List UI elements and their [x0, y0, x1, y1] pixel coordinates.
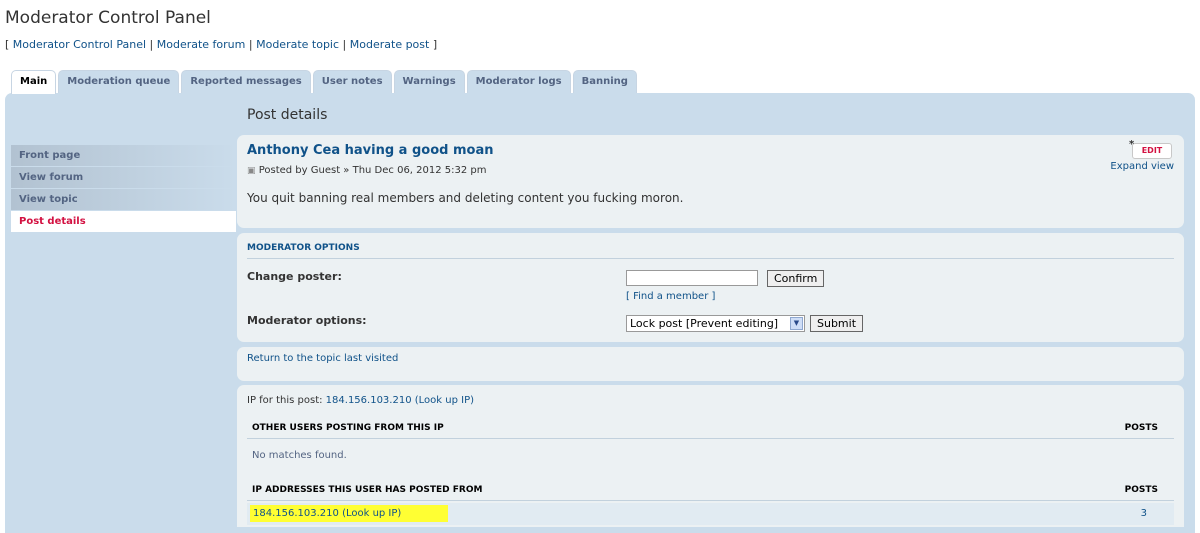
posts-header: POSTS — [1124, 423, 1158, 433]
post-meta: ▣ Posted by Guest » Thu Dec 06, 2012 5:3… — [247, 165, 487, 176]
sidebar-item-post-details[interactable]: Post details — [11, 211, 236, 232]
tab-banning[interactable]: Banning — [572, 70, 637, 93]
moderator-options-panel: MODERATOR OPTIONS Change poster: Confirm… — [237, 233, 1184, 342]
tab-moderator-logs[interactable]: Moderator logs — [466, 70, 571, 93]
sidebar-item-front-page[interactable]: Front page — [11, 145, 236, 166]
breadcrumb-sep: | — [342, 38, 347, 51]
post-title[interactable]: Anthony Cea having a good moan — [247, 143, 493, 158]
sidebar-menu: Front page View forum View topic Post de… — [11, 145, 236, 233]
breadcrumb-open: [ — [5, 38, 10, 51]
tab-moderation-queue[interactable]: Moderation queue — [58, 70, 180, 93]
lookup-ip-link[interactable]: (Look up IP) — [415, 395, 474, 406]
page-title: Moderator Control Panel — [5, 8, 211, 28]
breadcrumb-mcp[interactable]: Moderator Control Panel — [13, 38, 146, 51]
edit-button[interactable]: * EDIT — [1129, 139, 1172, 159]
change-poster-label: Change poster: — [247, 270, 342, 283]
breadcrumb-moderate-post[interactable]: Moderate post — [350, 38, 430, 51]
sidebar-item-view-forum[interactable]: View forum — [11, 167, 236, 188]
tab-reported-messages[interactable]: Reported messages — [181, 70, 311, 93]
sidebar-item-view-topic[interactable]: View topic — [11, 189, 236, 210]
user-ip-posts-count[interactable]: 3 — [1141, 508, 1147, 519]
moderator-options-label: Moderator options: — [247, 314, 367, 327]
change-poster-input[interactable] — [626, 270, 758, 286]
post-icon: ▣ — [247, 166, 256, 176]
star-icon: * — [1129, 139, 1135, 150]
moderator-options-heading: MODERATOR OPTIONS — [247, 243, 360, 253]
find-member-link[interactable]: [ Find a member ] — [626, 291, 715, 302]
table-row: 184.156.103.210 (Look up IP) 3 — [247, 503, 1174, 525]
breadcrumb-close: ] — [432, 38, 438, 51]
tab-warnings[interactable]: Warnings — [393, 70, 465, 93]
breadcrumb-sep: | — [248, 38, 253, 51]
post-panel: Anthony Cea having a good moan ▣ Posted … — [237, 135, 1184, 228]
divider — [247, 258, 1174, 259]
posts-header: POSTS — [1124, 485, 1158, 495]
chevron-down-icon[interactable]: ▼ — [790, 317, 803, 330]
post-body: You quit banning real members and deleti… — [247, 191, 684, 205]
breadcrumb: [ Moderator Control Panel | Moderate for… — [5, 38, 437, 51]
other-users-table-header: OTHER USERS POSTING FROM THIS IP POSTS — [247, 418, 1174, 439]
other-users-header: OTHER USERS POSTING FROM THIS IP — [252, 423, 444, 433]
moderator-options-selected: Lock post [Prevent editing] — [630, 317, 779, 330]
tab-user-notes[interactable]: User notes — [312, 70, 392, 93]
post-ip-line: IP for this post: 184.156.103.210 (Look … — [247, 395, 474, 406]
edit-button-label: EDIT — [1141, 146, 1163, 155]
moderator-options-select[interactable]: Lock post [Prevent editing] ▼ — [626, 315, 805, 332]
return-topic-link[interactable]: Return to the topic last visited — [247, 353, 398, 364]
section-heading: Post details — [247, 107, 328, 123]
user-ip-link[interactable]: 184.156.103.210 (Look up IP) — [250, 505, 448, 522]
post-meta-text: Posted by Guest » Thu Dec 06, 2012 5:32 … — [258, 165, 487, 176]
breadcrumb-moderate-forum[interactable]: Moderate forum — [157, 38, 246, 51]
user-ips-table-header: IP ADDRESSES THIS USER HAS POSTED FROM P… — [247, 480, 1174, 501]
return-panel: Return to the topic last visited — [237, 347, 1184, 381]
post-ip-address[interactable]: 184.156.103.210 — [326, 395, 412, 406]
breadcrumb-sep: | — [149, 38, 154, 51]
expand-view-link[interactable]: Expand view — [1110, 161, 1174, 172]
submit-button[interactable]: Submit — [810, 315, 864, 332]
confirm-button[interactable]: Confirm — [767, 270, 825, 287]
breadcrumb-moderate-topic[interactable]: Moderate topic — [256, 38, 339, 51]
tab-bar: Main Moderation queue Reported messages … — [11, 70, 639, 94]
user-ips-header: IP ADDRESSES THIS USER HAS POSTED FROM — [252, 485, 483, 495]
no-matches-text: No matches found. — [252, 450, 347, 461]
post-ip-prefix: IP for this post: — [247, 395, 323, 406]
tab-main[interactable]: Main — [11, 70, 57, 94]
ip-panel: IP for this post: 184.156.103.210 (Look … — [237, 385, 1184, 527]
